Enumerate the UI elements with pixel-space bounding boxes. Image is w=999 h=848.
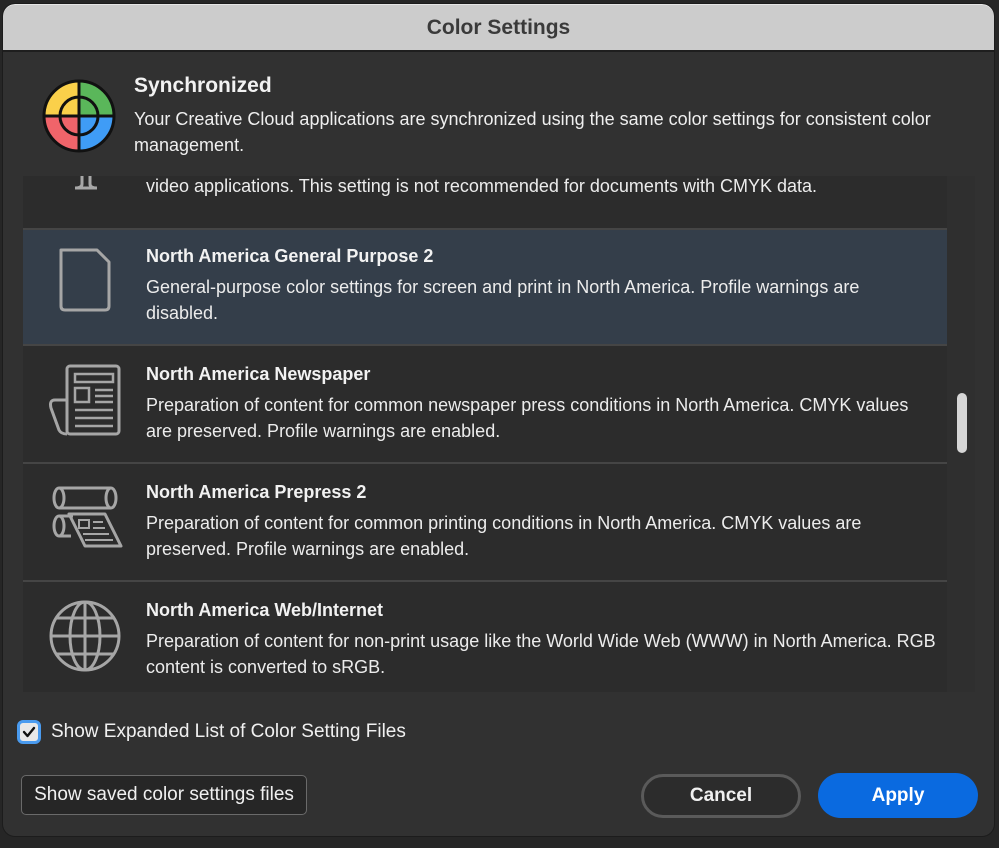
title-bar: Color Settings xyxy=(3,4,994,52)
scrollbar-thumb[interactable] xyxy=(957,393,967,453)
globe-icon xyxy=(49,600,121,672)
sync-status: Synchronized Your Creative Cloud applica… xyxy=(3,54,994,174)
checkmark-icon xyxy=(22,726,36,738)
list-item-prepress[interactable]: North America Prepress 2 Preparation of … xyxy=(23,466,947,582)
color-settings-list[interactable]: video applications. This setting is not … xyxy=(23,176,975,692)
list-item-description: video applications. This setting is not … xyxy=(146,176,818,196)
list-item-description: General-purpose color settings for scree… xyxy=(146,277,860,323)
list-item-name: North America General Purpose 2 xyxy=(146,246,434,266)
printing-press-icon xyxy=(52,486,123,548)
list-item-name: North America Newspaper xyxy=(146,364,371,384)
list-item-newspaper[interactable]: North America Newspaper Preparation of c… xyxy=(23,348,947,464)
expanded-list-checkbox[interactable] xyxy=(17,720,41,744)
color-settings-dialog: Color Settings Synchronized Your Creativ… xyxy=(3,4,994,836)
document-icon xyxy=(59,248,111,312)
list-item-general-purpose[interactable]: North America General Purpose 2 General-… xyxy=(23,230,947,346)
list-item-name: North America Prepress 2 xyxy=(146,482,367,502)
sync-color-wheel-icon xyxy=(42,79,116,153)
dialog-title: Color Settings xyxy=(426,15,571,39)
expanded-list-label: Show Expanded List of Color Setting File… xyxy=(51,721,406,742)
apply-button[interactable]: Apply xyxy=(818,773,978,818)
list-item-partial[interactable]: video applications. This setting is not … xyxy=(23,176,947,230)
sync-title: Synchronized xyxy=(134,74,272,97)
expanded-list-option[interactable]: Show Expanded List of Color Setting File… xyxy=(17,720,406,744)
cancel-button[interactable]: Cancel xyxy=(641,774,801,818)
show-saved-files-button[interactable]: Show saved color settings files xyxy=(21,775,307,815)
list-item-description: Preparation of content for non-print usa… xyxy=(146,631,936,677)
list-item-description: Preparation of content for common newspa… xyxy=(146,395,909,441)
list-item-name: North America Web/Internet xyxy=(146,600,384,620)
video-monitor-icon xyxy=(74,176,98,190)
list-item-web-internet[interactable]: North America Web/Internet Preparation o… xyxy=(23,584,947,692)
sync-description: Your Creative Cloud applications are syn… xyxy=(134,109,931,155)
list-item-description: Preparation of content for common printi… xyxy=(146,513,862,559)
newspaper-icon xyxy=(49,364,121,436)
